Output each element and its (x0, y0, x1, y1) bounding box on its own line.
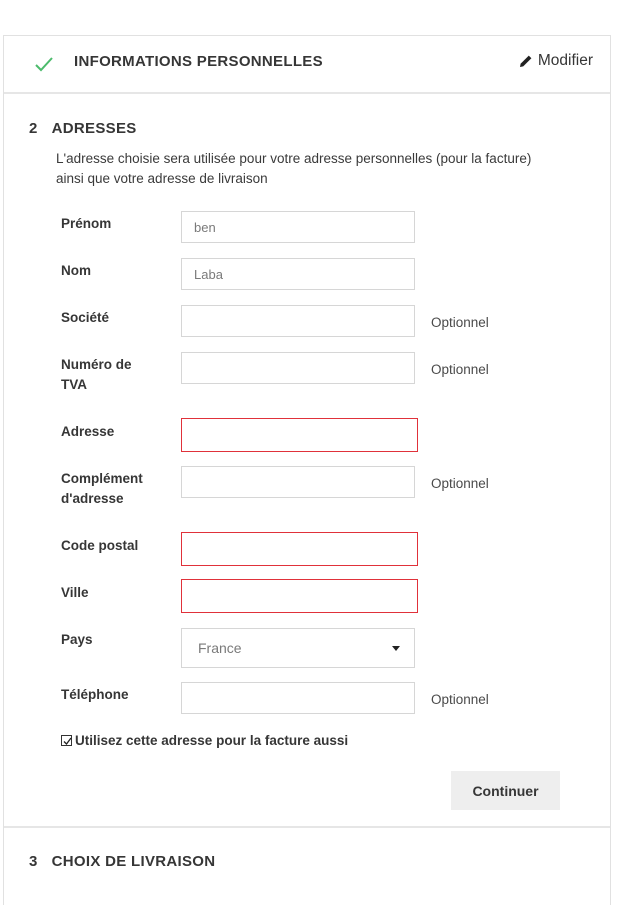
country-select[interactable]: France (181, 628, 415, 668)
country-value: France (198, 640, 242, 656)
address2-optional-label: Optionnel (431, 476, 489, 491)
step3-number: 3 (29, 853, 38, 870)
use-for-invoice-checkbox[interactable]: Utilisez cette adresse pour la facture a… (61, 733, 348, 748)
city-label: Ville (61, 585, 89, 600)
address-input[interactable] (181, 418, 418, 452)
address2-label: Complément d'adresse (61, 471, 143, 506)
company-input[interactable] (181, 305, 415, 337)
address-label: Adresse (61, 424, 115, 439)
firstname-label: Prénom (61, 216, 112, 231)
step2-title-text: ADRESSES (51, 120, 137, 137)
address-intro: L'adresse choisie sera utilisée pour vot… (56, 151, 532, 186)
step1-title: INFORMATIONS PERSONNELLES (74, 53, 323, 70)
phone-input[interactable] (181, 682, 415, 714)
modify-label: Modifier (537, 52, 593, 69)
postcode-input[interactable] (181, 532, 418, 566)
address2-input[interactable] (181, 466, 415, 498)
step2-title: 2 ADRESSES (29, 120, 137, 137)
vat-optional-label: Optionnel (431, 362, 489, 377)
pencil-icon (519, 55, 532, 67)
vat-input[interactable] (181, 352, 415, 384)
caret-down-icon (392, 646, 400, 651)
postcode-label: Code postal (61, 538, 139, 553)
vat-label: Numéro de TVA (61, 357, 132, 392)
step-shipping: 3 CHOIX DE LIVRAISON (4, 828, 610, 898)
step-addresses: 2 ADRESSES L'adresse choisie sera utilisé… (4, 94, 610, 828)
step-personal-info: INFORMATIONS PERSONNELLES Modifier (4, 36, 610, 94)
step3-title: 3 CHOIX DE LIVRAISON (29, 853, 215, 870)
modify-link[interactable]: Modifier (519, 52, 593, 70)
company-optional-label: Optionnel (431, 315, 489, 330)
use-for-invoice-label: Utilisez cette adresse pour la facture a… (75, 733, 349, 748)
step2-number: 2 (29, 120, 38, 137)
continue-button[interactable]: Continuer (451, 771, 560, 810)
step3-title-text: CHOIX DE LIVRAISON (51, 853, 216, 870)
checkout-panel: INFORMATIONS PERSONNELLES Modifier 2 ADRE… (3, 35, 611, 905)
city-input[interactable] (181, 579, 418, 613)
phone-label: Téléphone (61, 687, 129, 702)
firstname-input[interactable] (181, 211, 415, 243)
check-icon (35, 57, 53, 72)
country-label: Pays (61, 632, 93, 647)
checkbox[interactable] (61, 735, 72, 746)
checkmark-icon (63, 737, 72, 745)
lastname-label: Nom (61, 263, 91, 278)
company-label: Société (61, 310, 110, 325)
phone-optional-label: Optionnel (431, 692, 489, 707)
lastname-input[interactable] (181, 258, 415, 290)
